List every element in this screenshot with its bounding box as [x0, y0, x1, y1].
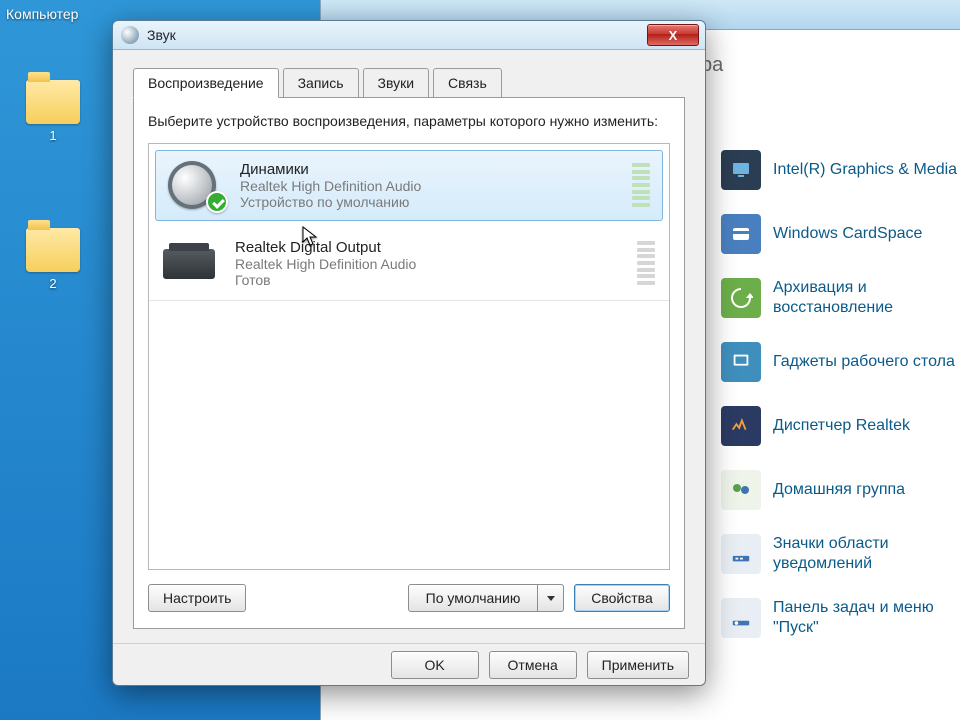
set-default-split-button[interactable]: По умолчанию	[408, 584, 564, 612]
display-chip-icon	[721, 150, 761, 190]
control-panel-item[interactable]: Панель задач и меню "Пуск"	[721, 598, 960, 638]
control-panel-item-label: Гаджеты рабочего стола	[773, 352, 955, 372]
control-panel-item-label: Windows CardSpace	[773, 224, 922, 244]
ok-button[interactable]: OK	[391, 651, 479, 679]
device-driver: Realtek High Definition Audio	[240, 178, 616, 194]
desktop-folder-1[interactable]: 1	[18, 80, 88, 143]
control-panel-item[interactable]: Гаджеты рабочего стола	[721, 342, 960, 382]
control-panel-item-label: Значки области уведомлений	[773, 534, 960, 574]
folder-icon	[26, 228, 80, 272]
control-panel-item-label: Диспетчер Realtek	[773, 416, 910, 436]
tray-icon	[721, 534, 761, 574]
control-panel-item-label: Домашняя группа	[773, 480, 905, 500]
backup-icon	[721, 278, 761, 318]
control-panel-item[interactable]: Intel(R) Graphics & Media	[721, 150, 960, 190]
control-panel-item-label: Intel(R) Graphics & Media	[773, 160, 957, 180]
digital-output-icon	[163, 239, 219, 287]
dialog-footer: OK Отмена Применить	[113, 643, 705, 685]
configure-button[interactable]: Настроить	[148, 584, 246, 612]
control-panel-item[interactable]: Значки области уведомлений	[721, 534, 960, 574]
device-driver: Realtek High Definition Audio	[235, 256, 621, 272]
playback-device-list[interactable]: Динамики Realtek High Definition Audio У…	[148, 143, 670, 570]
control-panel-item[interactable]: Диспетчер Realtek	[721, 406, 960, 446]
audio-manager-icon	[721, 406, 761, 446]
apply-button[interactable]: Применить	[587, 651, 689, 679]
device-name: Динамики	[240, 161, 616, 178]
tab-panel-playback: Выберите устройство воспроизведения, пар…	[133, 97, 685, 629]
control-panel-item-label: Архивация и восстановление	[773, 278, 960, 318]
tab-playback[interactable]: Воспроизведение	[133, 68, 279, 98]
mouse-cursor	[302, 226, 318, 248]
taskbar-icon	[721, 598, 761, 638]
folder-icon	[26, 80, 80, 124]
device-status: Устройство по умолчанию	[240, 194, 616, 210]
device-name: Realtek Digital Output	[235, 239, 621, 256]
tab-sounds[interactable]: Звуки	[363, 68, 430, 98]
playback-intro-text: Выберите устройство воспроизведения, пар…	[148, 112, 670, 131]
dialog-titlebar[interactable]: Звук X	[113, 21, 705, 50]
sound-dialog-icon	[121, 26, 139, 44]
sound-dialog: Звук X Воспроизведение Запись Звуки Связ…	[112, 20, 706, 686]
control-panel-item[interactable]: Домашняя группа	[721, 470, 960, 510]
card-icon	[721, 214, 761, 254]
device-item-speakers[interactable]: Динамики Realtek High Definition Audio У…	[155, 150, 663, 221]
tab-strip: Воспроизведение Запись Звуки Связь	[133, 68, 685, 98]
set-default-button[interactable]: По умолчанию	[408, 584, 538, 612]
desktop-icon-label: 2	[18, 276, 88, 291]
control-panel-item[interactable]: Windows CardSpace	[721, 214, 960, 254]
close-icon: X	[669, 28, 678, 43]
tab-communications[interactable]: Связь	[433, 68, 502, 98]
default-device-badge	[206, 191, 228, 213]
cancel-button[interactable]: Отмена	[489, 651, 577, 679]
control-panel-item-label: Панель задач и меню "Пуск"	[773, 598, 960, 638]
level-meter	[637, 239, 655, 287]
tab-recording[interactable]: Запись	[283, 68, 359, 98]
dialog-title: Звук	[147, 27, 176, 43]
close-button[interactable]: X	[647, 24, 699, 46]
device-item-digital-output[interactable]: Realtek Digital Output Realtek High Defi…	[149, 227, 669, 301]
desktop-folder-2[interactable]: 2	[18, 228, 88, 291]
properties-button[interactable]: Свойства	[574, 584, 670, 612]
desktop-icon-label: 1	[18, 128, 88, 143]
homegroup-icon	[721, 470, 761, 510]
speaker-icon	[168, 161, 224, 209]
control-panel-item[interactable]: Архивация и восстановление	[721, 278, 960, 318]
desktop-computer-label[interactable]: Компьютер	[6, 6, 78, 22]
gadget-icon	[721, 342, 761, 382]
device-status: Готов	[235, 272, 621, 288]
control-panel-item-list: Intel(R) Graphics & Media Windows CardSp…	[721, 150, 960, 662]
set-default-dropdown-arrow[interactable]	[538, 584, 564, 612]
level-meter	[632, 161, 650, 209]
